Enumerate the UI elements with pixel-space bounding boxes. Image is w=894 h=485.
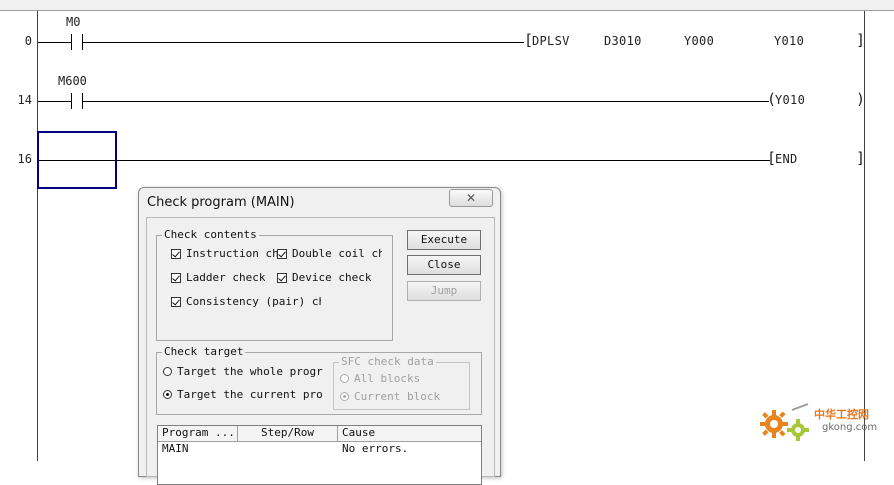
cell-program: MAIN: [162, 442, 189, 455]
instruction-close-bracket: ]: [856, 31, 866, 49]
execute-button[interactable]: Execute: [407, 230, 481, 250]
instruction-close-bracket: ]: [856, 149, 866, 167]
checkbox-checked-icon: [171, 296, 181, 307]
consistency-check-checkbox[interactable]: Consistency (pair) ch: [171, 295, 321, 308]
radio-off-icon: [163, 367, 172, 376]
close-icon: ✕: [465, 191, 477, 205]
check-results-table[interactable]: Program ... Step/Row Cause MAIN No error…: [157, 425, 482, 485]
instruction-operand[interactable]: D3010: [604, 34, 642, 48]
checkbox-checked-icon: [171, 248, 181, 259]
table-header: Program ... Step/Row Cause: [158, 426, 481, 442]
target-whole-program-radio[interactable]: Target the whole progr: [163, 365, 323, 378]
column-header-step-row[interactable]: Step/Row: [238, 426, 338, 441]
checkbox-checked-icon: [171, 272, 181, 283]
cell-step-row: [238, 442, 338, 456]
coil-output[interactable]: Y010: [775, 93, 805, 107]
column-header-program[interactable]: Program ...: [158, 426, 238, 441]
checkbox-checked-icon: [277, 272, 287, 283]
watermark-text: 中华工控网: [814, 408, 869, 421]
check-contents-group: Check contents Instruction che Double co…: [156, 228, 393, 341]
check-target-legend: Check target: [162, 345, 246, 358]
step-number: 14: [17, 93, 32, 107]
sfc-check-data-legend: SFC check data: [339, 355, 436, 368]
right-power-rail: [864, 11, 865, 461]
checkbox-checked-icon: [277, 248, 287, 259]
table-row[interactable]: MAIN No errors.: [158, 442, 481, 456]
check-target-group: Check target Target the whole progr Targ…: [156, 345, 482, 415]
column-header-cause[interactable]: Cause: [338, 426, 481, 441]
sfc-check-data-group: SFC check data All blocks Current block: [333, 355, 470, 410]
close-button[interactable]: Close: [407, 255, 481, 275]
dialog-body: Check contents Instruction che Double co…: [146, 217, 495, 485]
dialog-close-button[interactable]: ✕: [449, 189, 493, 207]
dialog-title: Check program (MAIN): [147, 195, 295, 210]
ladder-check-checkbox[interactable]: Ladder check: [171, 271, 277, 284]
contact-label: M0: [66, 15, 81, 29]
instruction-check-checkbox[interactable]: Instruction che: [171, 247, 277, 260]
radio-off-icon: [340, 374, 349, 383]
jump-button[interactable]: Jump: [407, 281, 481, 301]
ladder-cursor[interactable]: [37, 131, 117, 189]
check-contents-legend: Check contents: [162, 228, 259, 241]
radio-on-icon: [163, 390, 172, 399]
gkong-watermark: 中华工控网 gkong.com: [758, 402, 888, 442]
radio-on-icon: [340, 392, 349, 401]
end-instruction[interactable]: END: [775, 152, 798, 166]
rung-wire: [38, 160, 770, 161]
device-check-checkbox[interactable]: Device check: [277, 271, 382, 284]
target-current-program-radio[interactable]: Target the current pro: [163, 388, 323, 401]
gear-logo-icon: [760, 403, 809, 441]
step-number: 0: [24, 34, 32, 48]
contact-label: M600: [58, 74, 87, 88]
left-power-rail: [37, 11, 38, 461]
check-program-dialog: Check program (MAIN) ✕ Check contents In…: [138, 187, 501, 485]
instruction-operand[interactable]: Y010: [774, 34, 804, 48]
instruction-operand[interactable]: Y000: [684, 34, 714, 48]
sfc-all-blocks-radio[interactable]: All blocks: [340, 372, 465, 385]
step-number: 16: [17, 152, 32, 166]
cell-cause: No errors.: [342, 442, 409, 455]
coil-close-paren: ): [856, 90, 866, 108]
top-toolbar-edge: [0, 0, 894, 11]
instruction-name[interactable]: DPLSV: [532, 34, 570, 48]
double-coil-check-checkbox[interactable]: Double coil ch: [277, 247, 382, 260]
watermark-url: gkong.com: [822, 422, 878, 433]
sfc-current-block-radio[interactable]: Current block: [340, 390, 465, 403]
